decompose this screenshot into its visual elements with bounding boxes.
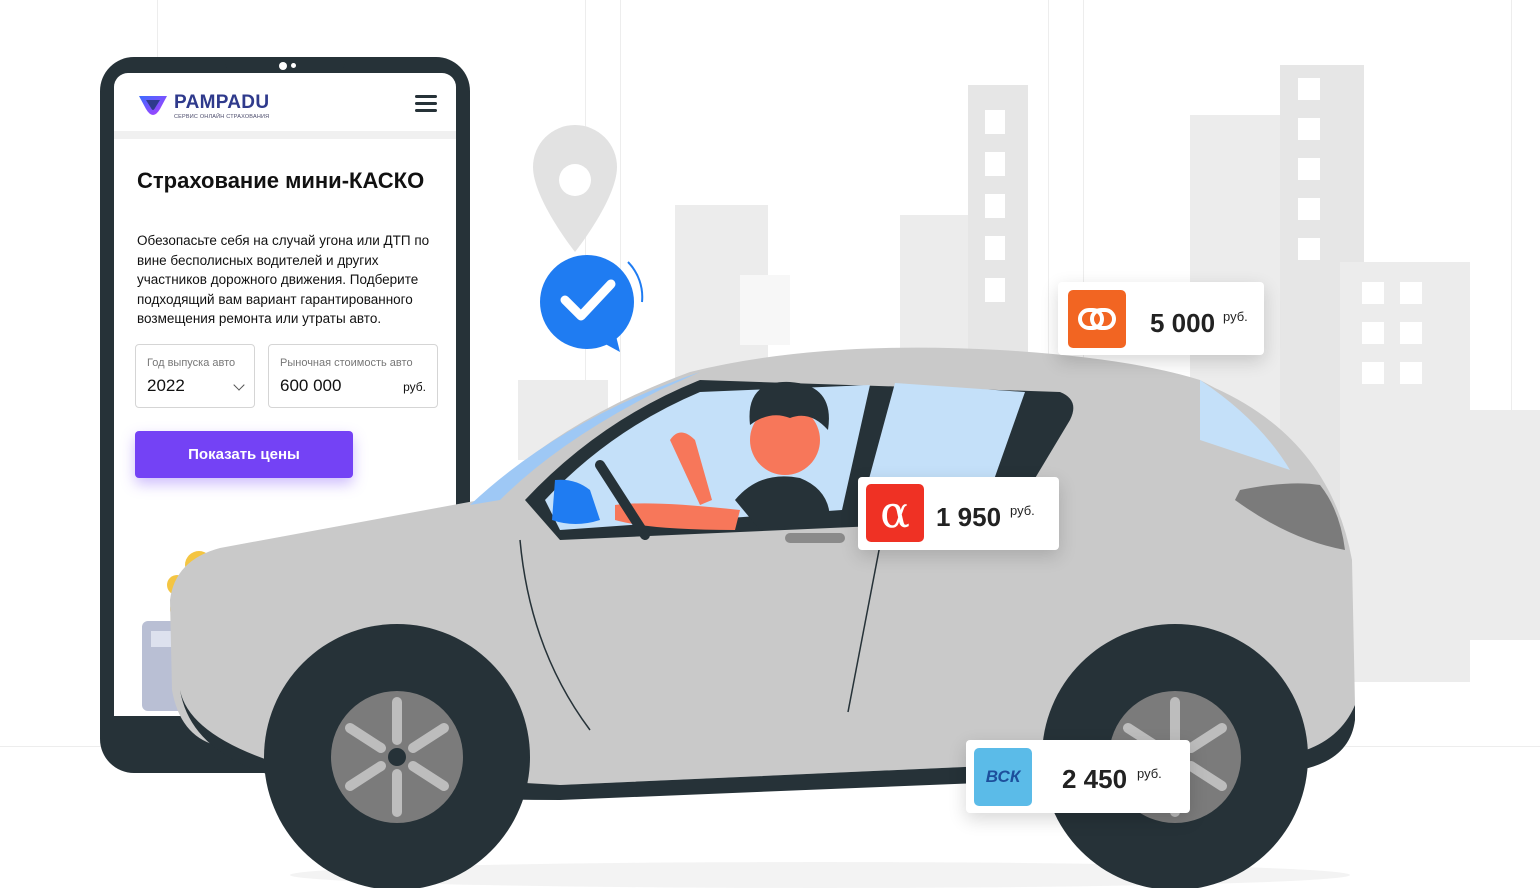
offer-card-3[interactable]: ВСК 2 450 руб. [966, 740, 1190, 813]
offer-price-2: 1 950 [936, 502, 1002, 532]
offer-currency-2: руб. [1010, 503, 1035, 518]
offer-currency-3: руб. [1137, 766, 1162, 781]
alfa-logo-icon: α [866, 484, 924, 542]
offer-currency-1: руб. [1223, 309, 1248, 324]
offer-price-3: 2 450 [1062, 764, 1128, 794]
offer-card-1[interactable]: 5 000 руб. [1058, 282, 1264, 355]
car-with-driver-illustration [170, 347, 1355, 888]
offer-price-1: 5 000 [1150, 308, 1216, 338]
vsk-logo-text: ВСК [985, 767, 1021, 786]
alfa-logo-glyph: α [880, 487, 910, 538]
vsk-logo-icon: ВСК [974, 748, 1032, 806]
link-rings-logo-icon [1068, 290, 1126, 348]
offer-card-2[interactable]: α 1 950 руб. [858, 477, 1059, 550]
